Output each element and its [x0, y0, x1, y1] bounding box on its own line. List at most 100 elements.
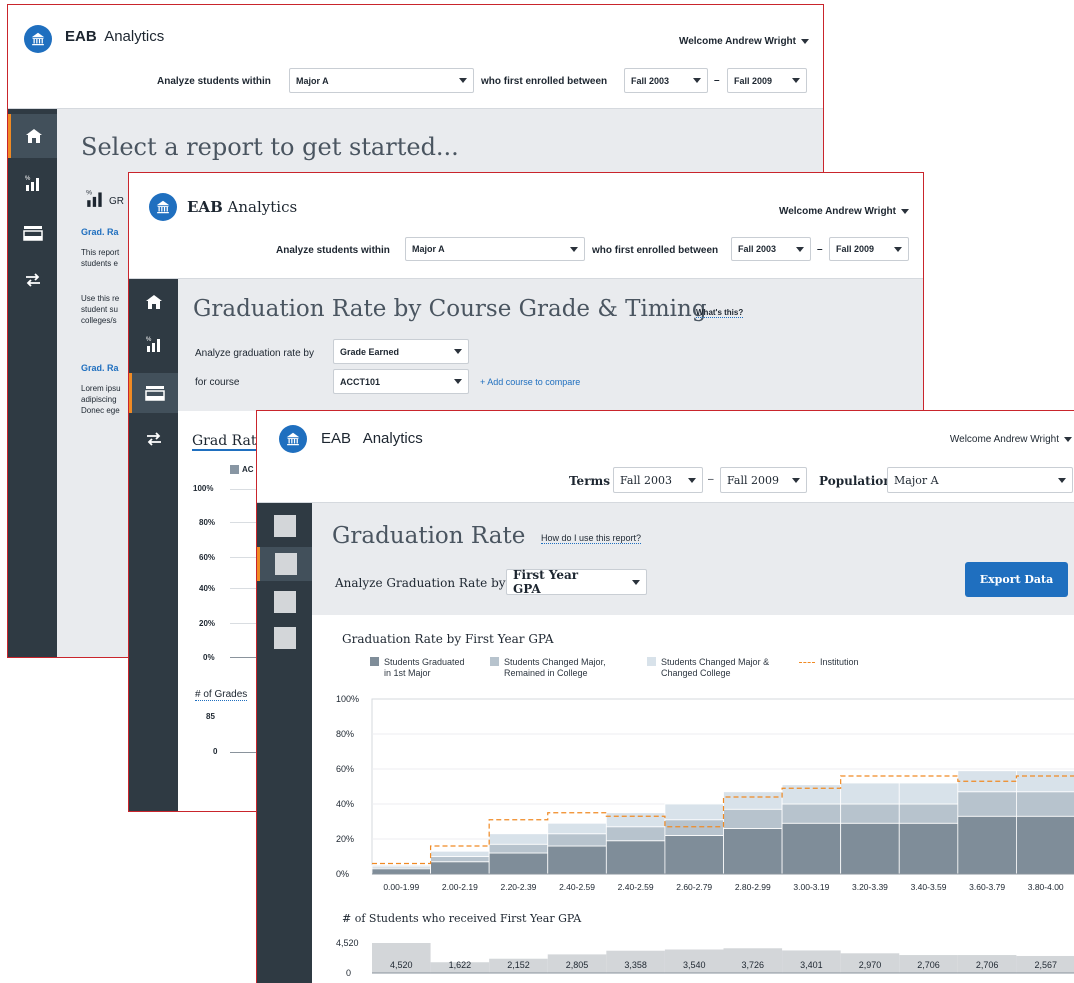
nav-item-3[interactable]	[257, 585, 312, 619]
bar-segment	[723, 808, 783, 829]
home-icon	[26, 129, 42, 143]
count-label: 3,358	[624, 960, 647, 970]
chevron-down-icon	[792, 477, 800, 483]
y-tick: 40%	[199, 584, 216, 593]
nav-course[interactable]	[129, 373, 178, 413]
user-menu[interactable]: Welcome Andrew Wright	[679, 36, 809, 47]
page-title: Select a report to get started...	[81, 133, 459, 161]
bar-segment	[605, 840, 666, 875]
chevron-down-icon	[792, 78, 800, 83]
y-tick-label: 80%	[336, 729, 354, 739]
analyze-label: Analyze Graduation Rate by	[335, 576, 506, 590]
bar-chart-icon: %	[146, 337, 160, 352]
nav-item-2[interactable]	[257, 547, 312, 581]
count-label: 3,726	[742, 960, 765, 970]
bar-segment	[1016, 815, 1074, 875]
nav-item-4[interactable]	[257, 621, 312, 655]
bar-segment	[1016, 791, 1074, 817]
bar-segment	[664, 803, 724, 821]
course-select[interactable]: ACCT101	[333, 369, 469, 394]
nav-graduation[interactable]: %	[129, 324, 178, 364]
chevron-down-icon	[459, 78, 467, 83]
x-tick-label: 2.60-2.79	[676, 882, 712, 892]
x-tick-label: 2.00-2.19	[442, 882, 478, 892]
bar-segment	[898, 822, 959, 875]
bar-segment	[840, 822, 900, 875]
x-tick-label: 3.60-3.79	[969, 882, 1005, 892]
y-tick: 80%	[199, 518, 216, 527]
app-title: EAB Analytics	[321, 430, 423, 447]
nav-transfer[interactable]	[8, 260, 57, 300]
x-tick-label: 2.40-2.59	[618, 882, 654, 892]
bar-segment	[547, 833, 607, 847]
report-link-2[interactable]: Grad. Ra	[81, 363, 119, 373]
user-menu[interactable]: Welcome Andrew Wright	[779, 206, 909, 217]
bar-segment	[898, 803, 959, 824]
term-to-select[interactable]: Fall 2009	[727, 68, 807, 93]
export-data-button[interactable]: Export Data	[965, 562, 1068, 597]
nav-home[interactable]	[129, 282, 178, 322]
whats-this-link[interactable]: What's this?	[696, 308, 744, 318]
user-menu[interactable]: Welcome Andrew Wright	[950, 434, 1072, 445]
nav-item-1[interactable]	[257, 509, 312, 543]
count-label: 2,970	[859, 960, 882, 970]
rate-by-select[interactable]: Grade Earned	[333, 339, 469, 364]
chevron-down-icon	[801, 38, 809, 44]
terms-label: Terms	[569, 474, 610, 488]
analyze-select[interactable]: First Year GPA	[506, 568, 647, 596]
graduation-rate-chart: 100% 80% 60% 40% 20% 0% 0.00-1.99 2.00-2.19 2.20…	[336, 694, 1074, 978]
bar-segment	[371, 868, 431, 875]
chevron-down-icon	[632, 579, 640, 585]
course-icon	[145, 386, 165, 401]
nav-course[interactable]	[8, 213, 57, 253]
header: EAB Analytics Welcome Andrew Wright Term…	[257, 411, 1074, 503]
section-label: GR	[109, 196, 124, 207]
nav-transfer[interactable]	[129, 419, 178, 459]
nav-placeholder-icon	[273, 591, 296, 613]
x-tick-label: 3.20-3.39	[852, 882, 888, 892]
population-select[interactable]: Major A	[887, 467, 1073, 493]
term-from-select[interactable]: Fall 2003	[731, 237, 811, 261]
nav-home[interactable]	[8, 114, 57, 158]
chevron-down-icon	[1058, 477, 1066, 483]
svg-text:%: %	[146, 337, 152, 343]
term-from-select[interactable]: Fall 2003	[624, 68, 708, 93]
bar-segment	[488, 843, 549, 854]
page-title: Graduation Rate by Course Grade & Timing	[193, 296, 707, 322]
bar-segment	[1016, 770, 1074, 793]
count-label: 3,540	[683, 960, 706, 970]
add-course-link[interactable]: + Add course to compare	[480, 377, 580, 387]
chevron-down-icon	[901, 208, 909, 214]
term-from-select[interactable]: Fall 2003	[613, 467, 703, 493]
count-label: 2,152	[507, 960, 530, 970]
count-label: 2,805	[566, 960, 589, 970]
major-select[interactable]: Major A	[289, 68, 474, 93]
counts-y-tick: 4,520	[336, 938, 359, 948]
count-label: 4,520	[390, 960, 413, 970]
enrolled-label: who first enrolled between	[592, 245, 719, 256]
bar-segment	[430, 861, 490, 875]
grades-tick: 85	[206, 712, 215, 721]
report-link-1[interactable]: Grad. Ra	[81, 227, 119, 237]
range-dash: –	[708, 474, 714, 485]
bar-segment	[781, 822, 842, 875]
rate-by-label: Analyze graduation rate by	[195, 348, 314, 359]
legend-label: AC	[242, 465, 254, 474]
grades-title: # of Grades	[195, 689, 248, 701]
bar-segment	[488, 852, 549, 875]
eab-logo-icon	[279, 425, 307, 453]
nav-graduation[interactable]: %	[8, 163, 57, 203]
x-tick-label: 2.80-2.99	[735, 882, 771, 892]
chevron-down-icon	[796, 246, 804, 252]
range-dash: –	[714, 75, 720, 86]
window-graduation-rate: EAB Analytics Welcome Andrew Wright Term…	[256, 410, 1074, 983]
how-to-link[interactable]: How do I use this report?	[541, 533, 642, 544]
app-title: EAB Analytics	[187, 198, 298, 216]
term-to-select[interactable]: Fall 2009	[829, 237, 909, 261]
chart-card: Graduation Rate by First Year GPA Studen…	[312, 615, 1074, 983]
range-dash: –	[817, 244, 823, 255]
swap-icon	[146, 432, 161, 446]
major-select[interactable]: Major A	[405, 237, 585, 261]
eab-logo-icon	[24, 25, 52, 53]
term-to-select[interactable]: Fall 2009	[720, 467, 807, 493]
